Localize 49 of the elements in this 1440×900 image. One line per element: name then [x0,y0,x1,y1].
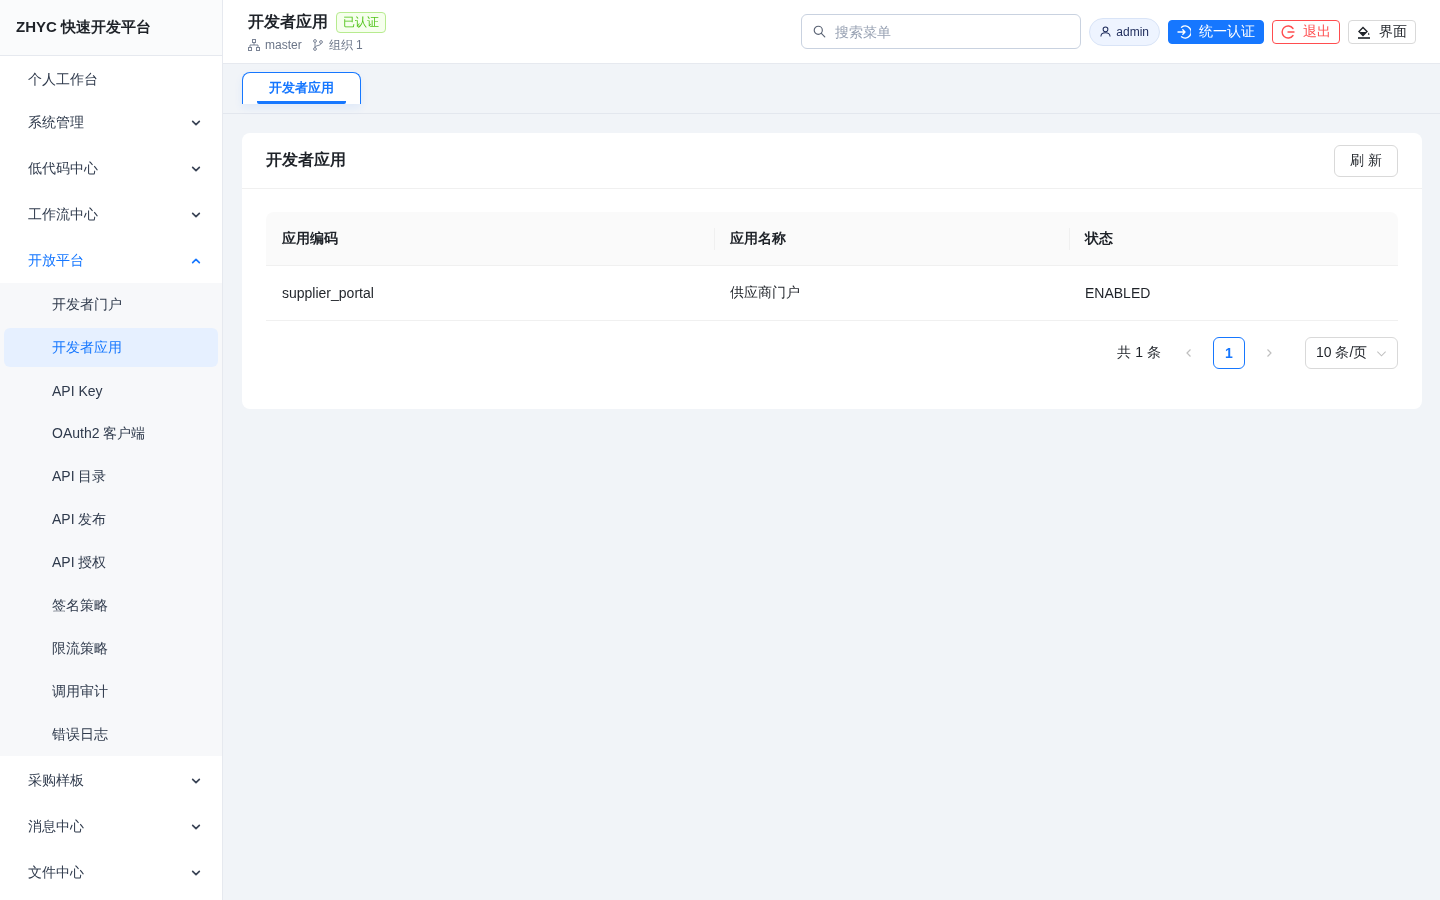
table-cell-text: supplier_portal [281,284,375,303]
submenu-title[interactable]: 工作流中心 [0,193,222,236]
chevron-right-icon [1264,348,1274,358]
menu-item[interactable]: 个人工作台 [0,58,222,101]
column-header: 应用编码 [281,228,339,248]
login-icon [1177,24,1191,39]
chevron-left-icon [1184,348,1194,358]
submenu-item[interactable]: 错误日志 [4,715,218,754]
submenu-item[interactable]: API 发布 [4,500,218,539]
paint-bucket-icon [1357,24,1371,39]
submenu-item[interactable]: API 目录 [4,457,218,496]
submenu-title[interactable]: 文件中心 [0,851,222,894]
page-tab[interactable]: 开发者应用 [242,72,361,104]
submenu-item[interactable]: API 授权 [4,543,218,582]
total-count: 共 1 条 [1117,344,1161,362]
submenu-item[interactable]: API Key [4,371,218,410]
page-title: 开发者应用 [248,11,328,32]
submenu-title[interactable]: 系统管理 [0,101,222,144]
table-cell-text: 供应商门户 [729,283,801,302]
hierarchy-icon [248,39,260,51]
submenu-item[interactable]: 限流策略 [4,629,218,668]
logout-icon [1281,24,1295,39]
submenu-item[interactable]: 签名策略 [4,586,218,625]
verified-badge: 已认证 [336,11,386,33]
submenu-title[interactable]: 采购样板 [0,759,222,802]
submenu-title[interactable]: 消息中心 [0,805,222,848]
table-cell-text: ENABLED [1084,284,1152,303]
page-button[interactable]: 1 [1213,337,1245,369]
column-header: 应用名称 [714,212,1069,265]
submenu-item[interactable]: OAuth2 客户端 [4,414,218,453]
submenu-title[interactable]: 开放平台 [0,239,222,282]
user-chip[interactable]: admin [1089,17,1160,46]
submenu-item[interactable]: 开发者门户 [4,285,218,324]
submenu-item[interactable]: 调用审计 [4,672,218,711]
search-icon [813,25,827,38]
search-field[interactable]: 搜索菜单 [801,14,1082,49]
organization-label: 组织 1 [328,36,363,54]
app-title: ZHYC 快速开发平台 [16,18,151,37]
page-size-select[interactable]: 10 条/页 [1305,337,1398,369]
header-button[interactable]: 界面 [1348,19,1416,44]
submenu-item[interactable]: 开发者应用 [4,328,218,367]
refresh-button[interactable]: 刷 新 [1334,144,1398,177]
column-header: 状态 [1069,212,1398,265]
workspace-label: master [265,38,302,52]
header-button[interactable]: 统一认证 [1168,19,1264,44]
user-icon [1100,26,1112,37]
branch-icon [311,39,324,51]
submenu-title[interactable]: 低代码中心 [0,147,222,190]
card-title: 开发者应用 [266,150,346,170]
